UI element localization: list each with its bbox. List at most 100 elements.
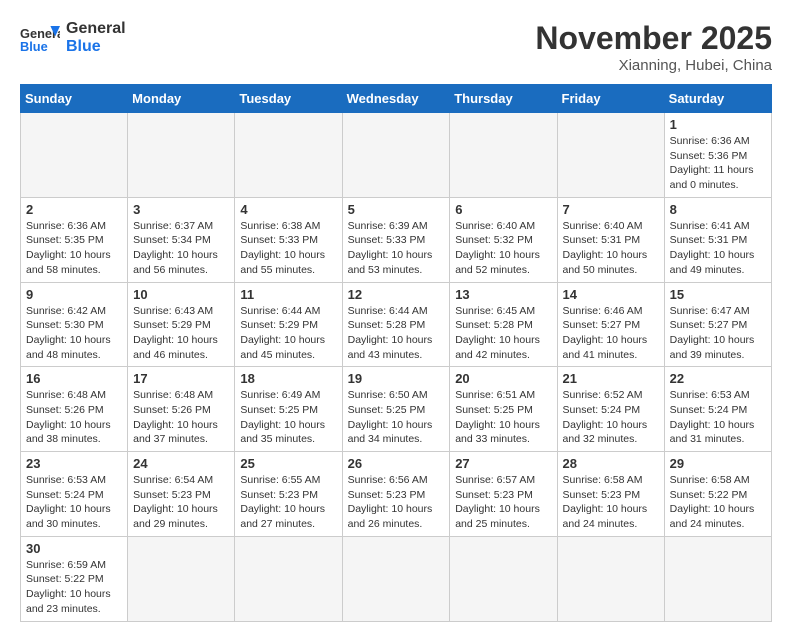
day-number: 11	[240, 287, 336, 302]
logo-blue: Blue	[66, 38, 126, 56]
calendar-cell: 24 Sunrise: 6:54 AM Sunset: 5:23 PM Dayli…	[128, 452, 235, 537]
calendar-cell: 12Sunrise: 6:44 AM Sunset: 5:28 PM Dayli…	[342, 282, 450, 367]
day-info: Sunrise: 6:55 AM Sunset: 5:23 PM Dayligh…	[240, 473, 336, 532]
day-info: Sunrise: 6:41 AM Sunset: 5:31 PM Dayligh…	[670, 219, 766, 278]
day-number: 9	[26, 287, 122, 302]
calendar-cell: 20Sunrise: 6:51 AM Sunset: 5:25 PM Dayli…	[450, 367, 557, 452]
day-number: 5	[348, 202, 445, 217]
day-number: 24	[133, 456, 229, 471]
calendar-cell	[342, 536, 450, 621]
day-number: 4	[240, 202, 336, 217]
calendar-table: SundayMondayTuesdayWednesdayThursdayFrid…	[20, 84, 772, 622]
day-number: 21	[563, 371, 659, 386]
calendar-cell: 9 Sunrise: 6:42 AM Sunset: 5:30 PM Daylig…	[21, 282, 128, 367]
day-info: Sunrise: 6:53 AM Sunset: 5:24 PM Dayligh…	[670, 388, 766, 447]
day-number: 30	[26, 541, 122, 556]
calendar-cell: 30Sunrise: 6:59 AM Sunset: 5:22 PM Dayli…	[21, 536, 128, 621]
calendar-cell: 13Sunrise: 6:45 AM Sunset: 5:28 PM Dayli…	[450, 282, 557, 367]
day-number: 29	[670, 456, 766, 471]
calendar-cell	[235, 536, 342, 621]
day-number: 26	[348, 456, 445, 471]
day-info: Sunrise: 6:38 AM Sunset: 5:33 PM Dayligh…	[240, 219, 336, 278]
day-info: Sunrise: 6:51 AM Sunset: 5:25 PM Dayligh…	[455, 388, 551, 447]
calendar-cell: 11 Sunrise: 6:44 AM Sunset: 5:29 PM Dayli…	[235, 282, 342, 367]
day-info: Sunrise: 6:58 AM Sunset: 5:23 PM Dayligh…	[563, 473, 659, 532]
day-info: Sunrise: 6:40 AM Sunset: 5:31 PM Dayligh…	[563, 219, 659, 278]
calendar-cell: 2 Sunrise: 6:36 AM Sunset: 5:35 PM Daylig…	[21, 197, 128, 282]
calendar-cell: 17Sunrise: 6:48 AM Sunset: 5:26 PM Dayli…	[128, 367, 235, 452]
day-number: 22	[670, 371, 766, 386]
day-info: Sunrise: 6:40 AM Sunset: 5:32 PM Dayligh…	[455, 219, 551, 278]
calendar-cell: 27 Sunrise: 6:57 AM Sunset: 5:23 PM Dayli…	[450, 452, 557, 537]
calendar-cell: 1Sunrise: 6:36 AM Sunset: 5:36 PM Daylig…	[664, 113, 771, 198]
calendar-cell	[557, 536, 664, 621]
calendar-cell	[450, 113, 557, 198]
day-number: 3	[133, 202, 229, 217]
day-number: 19	[348, 371, 445, 386]
calendar-cell	[450, 536, 557, 621]
day-number: 23	[26, 456, 122, 471]
logo-general: General	[66, 20, 126, 38]
col-header-wednesday: Wednesday	[342, 85, 450, 113]
day-info: Sunrise: 6:44 AM Sunset: 5:29 PM Dayligh…	[240, 304, 336, 363]
calendar-cell: 4 Sunrise: 6:38 AM Sunset: 5:33 PM Daylig…	[235, 197, 342, 282]
calendar-cell: 16 Sunrise: 6:48 AM Sunset: 5:26 PM Dayli…	[21, 367, 128, 452]
col-header-friday: Friday	[557, 85, 664, 113]
col-header-sunday: Sunday	[21, 85, 128, 113]
title-block: November 2025 Xianning, Hubei, China	[535, 20, 772, 74]
calendar-cell: 28 Sunrise: 6:58 AM Sunset: 5:23 PM Dayli…	[557, 452, 664, 537]
day-info: Sunrise: 6:46 AM Sunset: 5:27 PM Dayligh…	[563, 304, 659, 363]
day-info: Sunrise: 6:37 AM Sunset: 5:34 PM Dayligh…	[133, 219, 229, 278]
day-info: Sunrise: 6:53 AM Sunset: 5:24 PM Dayligh…	[26, 473, 122, 532]
day-info: Sunrise: 6:43 AM Sunset: 5:29 PM Dayligh…	[133, 304, 229, 363]
day-info: Sunrise: 6:47 AM Sunset: 5:27 PM Dayligh…	[670, 304, 766, 363]
day-info: Sunrise: 6:48 AM Sunset: 5:26 PM Dayligh…	[133, 388, 229, 447]
day-number: 18	[240, 371, 336, 386]
calendar-cell: 22 Sunrise: 6:53 AM Sunset: 5:24 PM Dayli…	[664, 367, 771, 452]
calendar-cell: 26 Sunrise: 6:56 AM Sunset: 5:23 PM Dayli…	[342, 452, 450, 537]
day-number: 28	[563, 456, 659, 471]
day-number: 1	[670, 117, 766, 132]
day-number: 27	[455, 456, 551, 471]
calendar-cell: 25 Sunrise: 6:55 AM Sunset: 5:23 PM Dayli…	[235, 452, 342, 537]
calendar-cell	[664, 536, 771, 621]
calendar-cell: 18Sunrise: 6:49 AM Sunset: 5:25 PM Dayli…	[235, 367, 342, 452]
day-info: Sunrise: 6:44 AM Sunset: 5:28 PM Dayligh…	[348, 304, 445, 363]
calendar-cell: 29Sunrise: 6:58 AM Sunset: 5:22 PM Dayli…	[664, 452, 771, 537]
calendar-week-row: 9 Sunrise: 6:42 AM Sunset: 5:30 PM Daylig…	[21, 282, 772, 367]
calendar-week-row: 16 Sunrise: 6:48 AM Sunset: 5:26 PM Dayli…	[21, 367, 772, 452]
calendar-cell	[235, 113, 342, 198]
calendar-cell: 8 Sunrise: 6:41 AM Sunset: 5:31 PM Daylig…	[664, 197, 771, 282]
calendar-cell	[21, 113, 128, 198]
day-number: 25	[240, 456, 336, 471]
day-info: Sunrise: 6:36 AM Sunset: 5:35 PM Dayligh…	[26, 219, 122, 278]
day-info: Sunrise: 6:50 AM Sunset: 5:25 PM Dayligh…	[348, 388, 445, 447]
calendar-cell: 10Sunrise: 6:43 AM Sunset: 5:29 PM Dayli…	[128, 282, 235, 367]
calendar-cell: 14 Sunrise: 6:46 AM Sunset: 5:27 PM Dayli…	[557, 282, 664, 367]
logo: General Blue General Blue	[20, 20, 126, 55]
day-info: Sunrise: 6:57 AM Sunset: 5:23 PM Dayligh…	[455, 473, 551, 532]
svg-text:Blue: Blue	[20, 38, 48, 53]
calendar-week-row: 2 Sunrise: 6:36 AM Sunset: 5:35 PM Daylig…	[21, 197, 772, 282]
day-info: Sunrise: 6:48 AM Sunset: 5:26 PM Dayligh…	[26, 388, 122, 447]
calendar-week-row: 30Sunrise: 6:59 AM Sunset: 5:22 PM Dayli…	[21, 536, 772, 621]
day-info: Sunrise: 6:56 AM Sunset: 5:23 PM Dayligh…	[348, 473, 445, 532]
calendar-header-row: SundayMondayTuesdayWednesdayThursdayFrid…	[21, 85, 772, 113]
day-info: Sunrise: 6:54 AM Sunset: 5:23 PM Dayligh…	[133, 473, 229, 532]
day-number: 2	[26, 202, 122, 217]
calendar-cell: 6 Sunrise: 6:40 AM Sunset: 5:32 PM Daylig…	[450, 197, 557, 282]
day-number: 8	[670, 202, 766, 217]
day-info: Sunrise: 6:42 AM Sunset: 5:30 PM Dayligh…	[26, 304, 122, 363]
calendar-cell	[128, 536, 235, 621]
day-number: 16	[26, 371, 122, 386]
calendar-cell: 7Sunrise: 6:40 AM Sunset: 5:31 PM Daylig…	[557, 197, 664, 282]
day-number: 6	[455, 202, 551, 217]
day-info: Sunrise: 6:39 AM Sunset: 5:33 PM Dayligh…	[348, 219, 445, 278]
calendar-cell	[128, 113, 235, 198]
calendar-cell: 15Sunrise: 6:47 AM Sunset: 5:27 PM Dayli…	[664, 282, 771, 367]
calendar-cell: 5 Sunrise: 6:39 AM Sunset: 5:33 PM Daylig…	[342, 197, 450, 282]
day-info: Sunrise: 6:52 AM Sunset: 5:24 PM Dayligh…	[563, 388, 659, 447]
page-header: General Blue General Blue November 2025 …	[20, 20, 772, 74]
day-number: 14	[563, 287, 659, 302]
col-header-tuesday: Tuesday	[235, 85, 342, 113]
